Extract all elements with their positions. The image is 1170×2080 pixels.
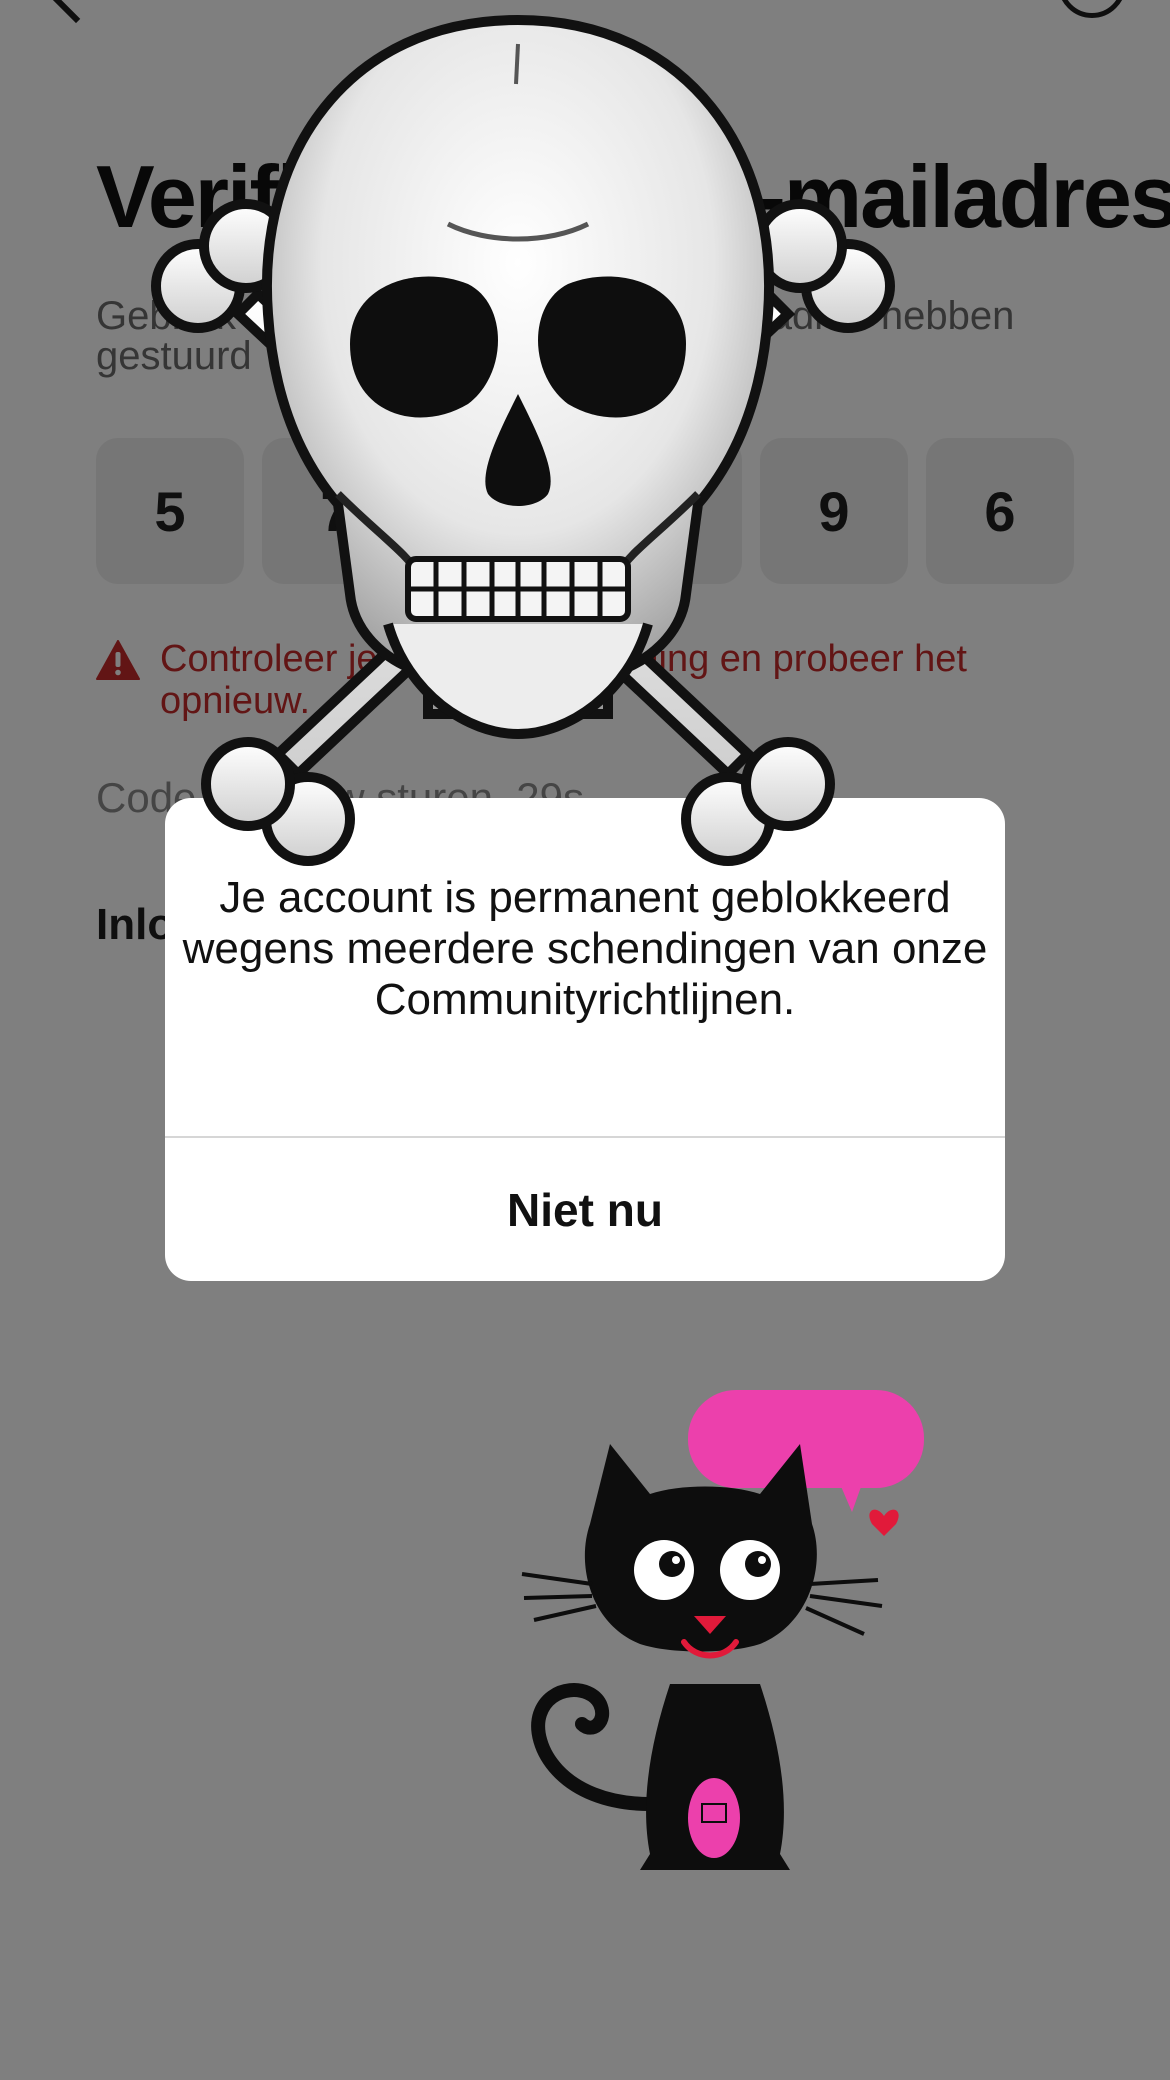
black-cat-sticker [521,1390,924,1870]
belly-patch [688,1778,740,1858]
speech-bubble [688,1390,924,1488]
not-now-button[interactable]: Niet nu [165,1138,1005,1281]
skull-crossbones-sticker [151,14,895,866]
heart-icon [869,1509,899,1536]
